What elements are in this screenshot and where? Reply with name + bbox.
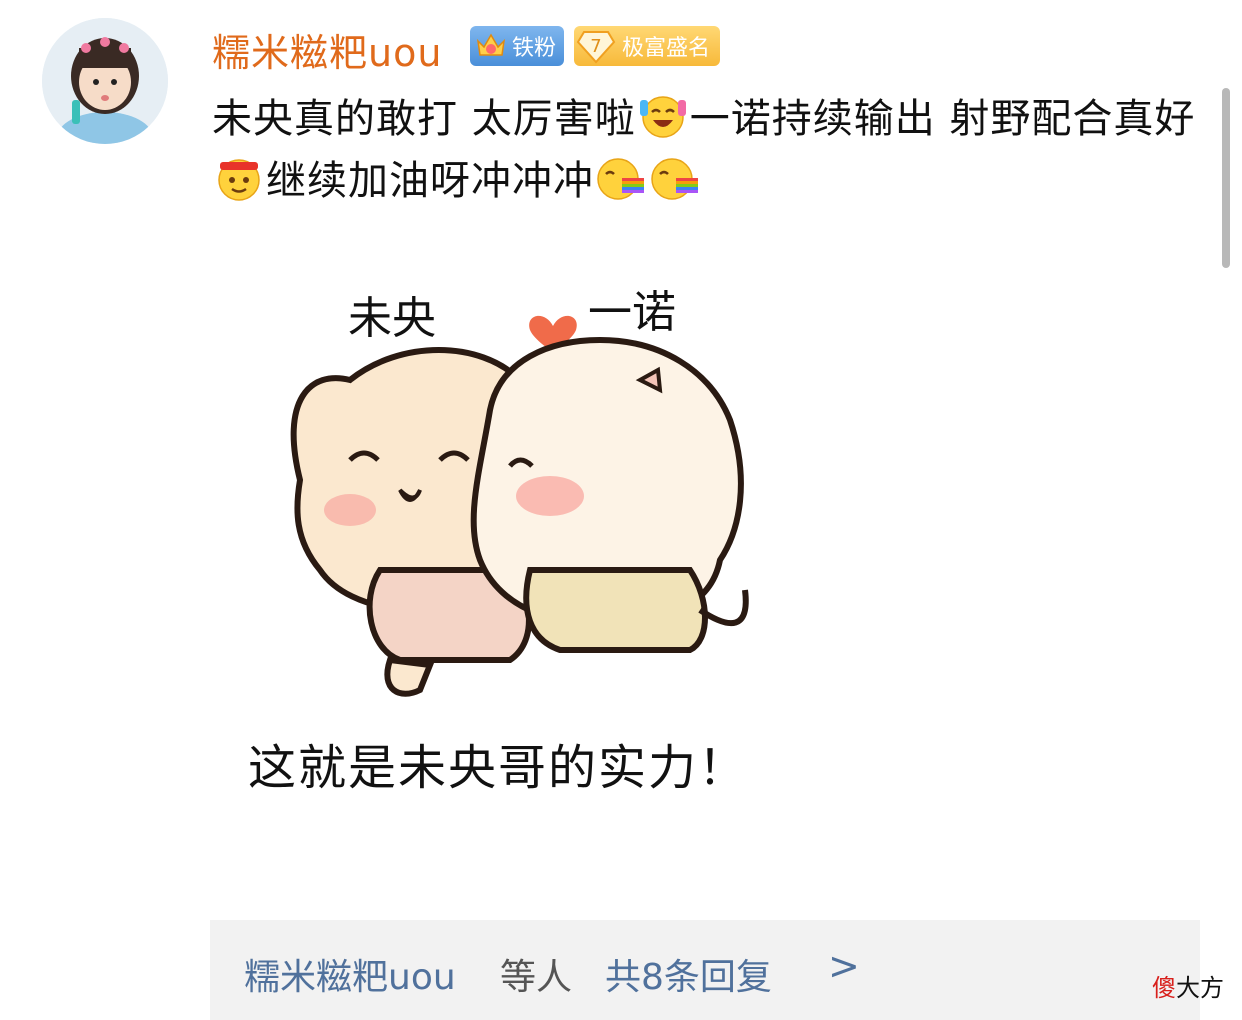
comment-part-1: 未央真的敢打 太厉害啦	[212, 96, 636, 142]
comment-text: 未央真的敢打 太厉害啦 一诺持续输出 射野配合真好 继续加油呀冲冲冲	[212, 88, 1202, 212]
comment-part-3: 继续加油呀冲冲冲	[266, 158, 594, 204]
sticker-label-left: 未央	[348, 293, 436, 344]
username[interactable]: 糯米糍粑uou	[212, 22, 442, 77]
scrollbar[interactable]	[1222, 88, 1230, 268]
crown-icon	[476, 33, 506, 56]
fan-badge-label: 铁粉	[512, 36, 557, 61]
rank-badge-label: 极富盛名	[622, 36, 711, 61]
reply-users-suffix: 等人	[500, 957, 573, 998]
watermark-char: 傻	[1152, 974, 1176, 1002]
user-badges: 铁粉 7 极富盛名	[470, 26, 721, 66]
watermark-rest: 大方	[1176, 974, 1224, 1002]
rainbow-emoji-icon	[651, 158, 698, 200]
fan-badge[interactable]: 铁粉	[470, 26, 565, 66]
reply-count-link[interactable]: 共8条回复	[605, 948, 772, 1000]
reply-users-link[interactable]: 糯米糍粑uou	[244, 948, 456, 1000]
headband-emoji-icon	[218, 159, 260, 201]
avatar[interactable]	[42, 18, 168, 144]
diamond-icon: 7	[576, 31, 616, 64]
laughing-emoji-icon	[639, 96, 686, 138]
sticker-label-right: 一诺	[588, 287, 676, 338]
comment-part-2: 一诺持续输出 射野配合真好	[689, 96, 1196, 142]
watermark: 傻大方	[1152, 968, 1224, 1003]
rank-level: 7	[590, 36, 601, 57]
rank-badge[interactable]: 7 极富盛名	[574, 26, 721, 66]
chevron-right-icon[interactable]: >	[828, 944, 860, 988]
rainbow-emoji-icon	[597, 158, 644, 200]
reply-summary[interactable]: 糯米糍粑uou 等人 共8条回复 >	[210, 920, 1200, 1020]
sticker-caption: 这就是未央哥的实力！	[248, 740, 749, 796]
